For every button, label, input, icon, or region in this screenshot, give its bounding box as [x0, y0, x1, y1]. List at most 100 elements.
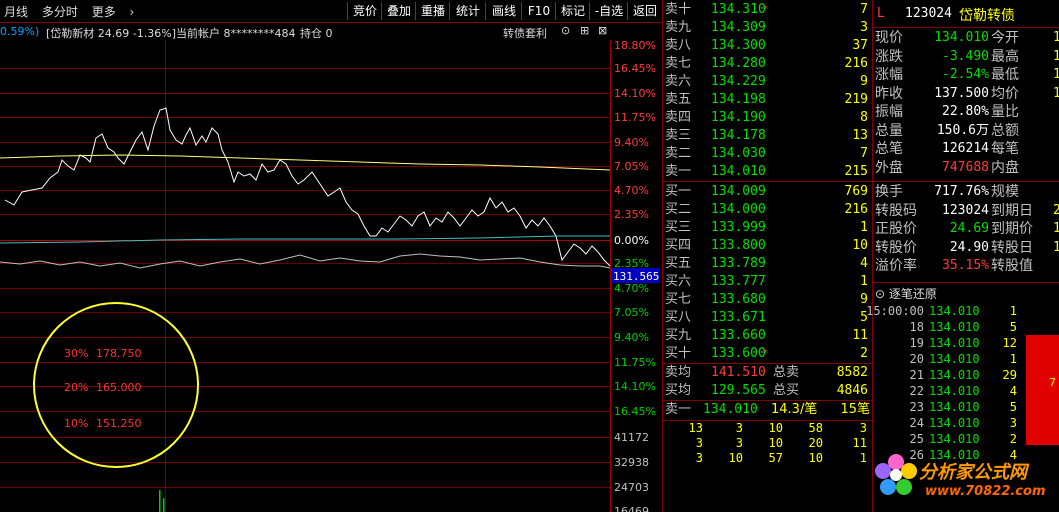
quote-label: 溢价率 [875, 258, 917, 274]
bid-row[interactable]: 买一 134.009 769 [663, 183, 872, 201]
level-label: 卖七 [665, 56, 692, 71]
settings-icon[interactable]: ⊙ [561, 24, 570, 37]
level-label: 买七 [665, 292, 692, 307]
quote-value: 1 [1053, 221, 1059, 236]
restore-header[interactable]: ⊙ 逐笔还原 [875, 285, 937, 302]
volume-tick-label: 32938 [614, 456, 649, 469]
quote-row: 转股码 123024 到期日 2 [873, 202, 1059, 220]
quote-row: 昨收 137.500 均价 1 [873, 85, 1059, 103]
ask-row[interactable]: 卖七 134.280 216 [663, 55, 872, 73]
level-price: 133.600 [711, 346, 766, 361]
quote-label: 涨幅 [875, 67, 903, 83]
divider [873, 27, 1059, 28]
add-icon[interactable]: ⊞ [580, 24, 589, 37]
more-button[interactable]: 更多 › [92, 5, 145, 19]
annotation-10-value: 151.250 [96, 417, 142, 430]
bid-row[interactable]: 买十 133.600 * 2 [663, 345, 872, 363]
quote-row: 溢价率 35.15% 转股值 [873, 257, 1059, 275]
level-volume: 37 [852, 38, 868, 53]
level-volume: 216 [844, 202, 868, 217]
bid-row[interactable]: 买六 133.777 1 [663, 273, 872, 291]
stats-button[interactable]: 统计 [449, 2, 486, 20]
more-label: 更多 [91, 5, 116, 19]
quote-row: 现价 134.010 今开 1 [873, 29, 1059, 47]
y-tick-label: 14.10% [614, 380, 656, 393]
back-button[interactable]: 返回 [627, 2, 662, 20]
tick-volume: 10 [768, 421, 783, 435]
replay-button[interactable]: 重播 [415, 2, 450, 20]
bid-row[interactable]: 买三 133.999 1 [663, 219, 872, 237]
current-account: 当前帐户 8********484 [176, 27, 296, 40]
volume-bar [159, 490, 161, 512]
monthly-button[interactable]: 月线 [4, 5, 28, 19]
bid-row[interactable]: 买五 133.789 4 [663, 255, 872, 273]
level-price: 134.000 [711, 202, 766, 217]
top-toolbar: 月线 多分时 更多 › 竞价 叠加 重播 统计 画线 F10 标记 -自选 返回 [0, 0, 662, 23]
tick-volume: 3 [695, 436, 703, 450]
quote-value: 22.80% [942, 104, 989, 119]
quote-value: 24.90 [949, 239, 989, 255]
level-label: 卖九 [665, 20, 692, 35]
ask-row[interactable]: 卖五 134.198 219 [663, 91, 872, 109]
intraday-chart[interactable]: 131.565 30% 178.750 20% 165.000 10% 151.… [0, 40, 662, 512]
y-tick-label: 11.75% [614, 356, 656, 369]
y-tick-label: 7.05% [614, 306, 649, 319]
level-price: 133.680 [711, 292, 766, 307]
summary-avg: 141.510 [711, 365, 766, 380]
ask-row[interactable]: 卖三 134.178 13 [663, 127, 872, 145]
ask-row[interactable]: 卖二 134.030 7 [663, 145, 872, 163]
bid-row[interactable]: 买八 133.671 5 [663, 309, 872, 327]
close-icon[interactable]: ⊠ [598, 24, 607, 37]
quote-label: 转股日 [991, 239, 1033, 256]
y-tick-label: 7.05% [614, 160, 649, 173]
multi-minute-button[interactable]: 多分时 [42, 5, 78, 19]
ask-row[interactable]: 卖一 134.010 215 [663, 163, 872, 181]
level-volume: 13 [852, 128, 868, 143]
y-tick-label: 2.35% [614, 208, 649, 221]
quote-value: 1 [1053, 67, 1059, 82]
ask-row[interactable]: 卖六 134.229 9 [663, 73, 872, 91]
quote-label: 换手 [875, 184, 903, 200]
quote-label: 正股价 [875, 221, 917, 237]
ask-row[interactable]: 卖八 134.300 37 [663, 37, 872, 55]
quote-value: 747688 [942, 159, 989, 175]
level-label: 卖四 [665, 110, 692, 125]
ask-row[interactable]: 卖九 134.309 3 [663, 19, 872, 37]
bid-row[interactable]: 买四 133.800 10 [663, 237, 872, 255]
mark-button[interactable]: 标记 [555, 2, 590, 20]
period-switch: 月线 多分时 更多 › [4, 3, 154, 20]
level-price: 134.310 [711, 2, 766, 17]
overlay-button[interactable]: 叠加 [381, 2, 416, 20]
auction-button[interactable]: 竞价 [347, 2, 382, 20]
level-price: 134.190 [711, 110, 766, 125]
y-tick-label: 2.35% [614, 257, 649, 270]
level-price: 133.800 [711, 238, 766, 253]
ask-row[interactable]: 卖四 134.190 8 [663, 109, 872, 127]
level-price: 134.309 [711, 20, 766, 35]
watchlist-remove-button[interactable]: -自选 [589, 2, 628, 20]
level-price: 133.660 [711, 328, 766, 343]
f10-button[interactable]: F10 [521, 2, 556, 20]
arb-button[interactable]: 转债套利 [503, 25, 547, 41]
level-label: 买六 [665, 274, 692, 289]
quote-value: -3.490 [942, 48, 989, 64]
quote-row: 转股价 24.90 转股日 1 [873, 239, 1059, 257]
bond-name: 岱勒转债 [959, 8, 1015, 24]
bid-row[interactable]: 买七 133.680 9 [663, 291, 872, 309]
level-volume: 4 [860, 256, 868, 271]
y-tick-label: 14.10% [614, 87, 656, 100]
ask-row[interactable]: 卖十 134.310 * 7 [663, 1, 872, 19]
bond-code: 123024 [905, 6, 952, 21]
tick-volume: 1 [859, 451, 867, 465]
level-label: 卖一 [665, 164, 692, 179]
bid-row[interactable]: 买九 133.660 11 [663, 327, 872, 345]
chevron-right-icon: › [129, 5, 135, 19]
level-price: 134.300 [711, 38, 766, 53]
quote-label: 转股值 [991, 258, 1033, 274]
level-volume: 216 [844, 56, 868, 71]
bid-row[interactable]: 买二 134.000 216 [663, 201, 872, 219]
quote-value: 137.500 [934, 85, 989, 101]
draw-button[interactable]: 画线 [485, 2, 522, 20]
level-volume: 769 [844, 184, 868, 199]
volume-tick-label: 24703 [614, 481, 649, 494]
